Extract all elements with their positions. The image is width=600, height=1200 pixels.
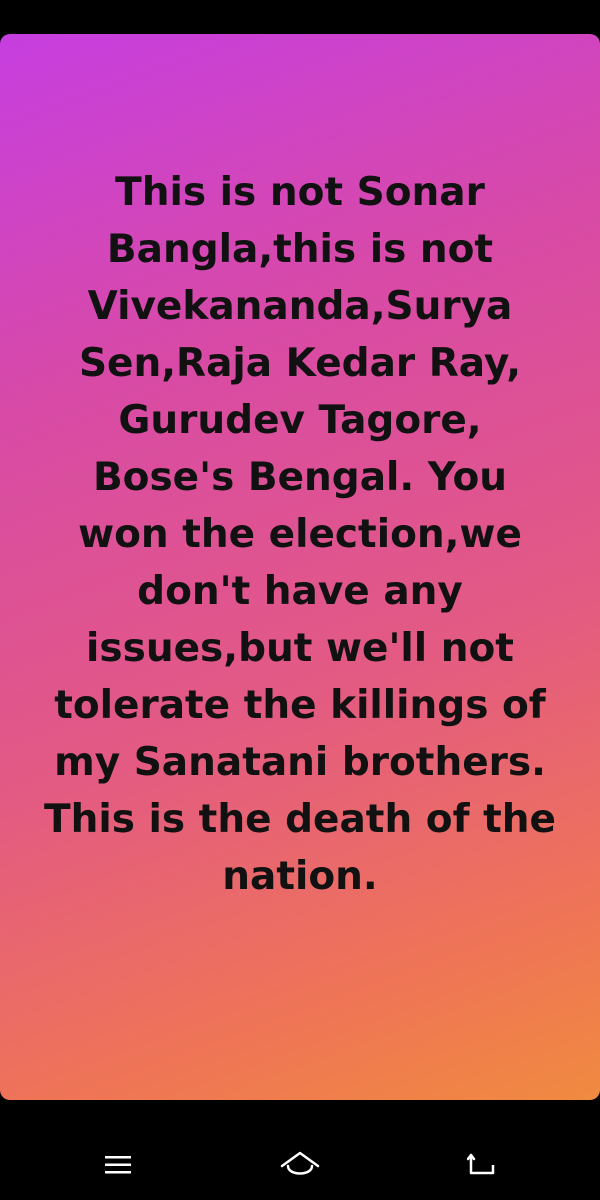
post-text-line: my Sanatani brothers. bbox=[54, 740, 546, 785]
text-post-card: This is not Sonar Bangla,this is not Viv… bbox=[0, 34, 600, 1100]
post-text-line: don't have any bbox=[137, 569, 463, 614]
post-text-line: Vivekananda,Surya bbox=[87, 284, 513, 329]
status-bar bbox=[0, 0, 600, 34]
post-text-line: won the election,we bbox=[78, 512, 522, 557]
back-icon bbox=[467, 1153, 495, 1175]
home-button[interactable] bbox=[270, 1140, 330, 1190]
screen: This is not Sonar Bangla,this is not Viv… bbox=[0, 0, 600, 1200]
system-navigation-bar bbox=[0, 1100, 600, 1200]
post-text: This is not Sonar Bangla,this is not Viv… bbox=[36, 164, 564, 905]
post-text-line: This is not Sonar bbox=[115, 170, 485, 215]
post-text-line: This is the death of the bbox=[44, 797, 556, 842]
post-text-line: Gurudev Tagore, bbox=[118, 398, 482, 443]
post-text-line: Bose's Bengal. You bbox=[92, 455, 508, 500]
home-icon bbox=[280, 1151, 320, 1175]
post-text-line: Bangla,this is not bbox=[106, 227, 494, 272]
menu-icon bbox=[105, 1156, 131, 1174]
post-text-line: nation. bbox=[222, 854, 378, 899]
post-text-line: tolerate the killings of bbox=[54, 683, 546, 728]
post-text-line: issues,but we'll not bbox=[86, 626, 514, 671]
back-button[interactable] bbox=[452, 1140, 512, 1190]
recent-apps-button[interactable] bbox=[88, 1140, 148, 1190]
post-text-line: Sen,Raja Kedar Ray, bbox=[78, 341, 522, 386]
